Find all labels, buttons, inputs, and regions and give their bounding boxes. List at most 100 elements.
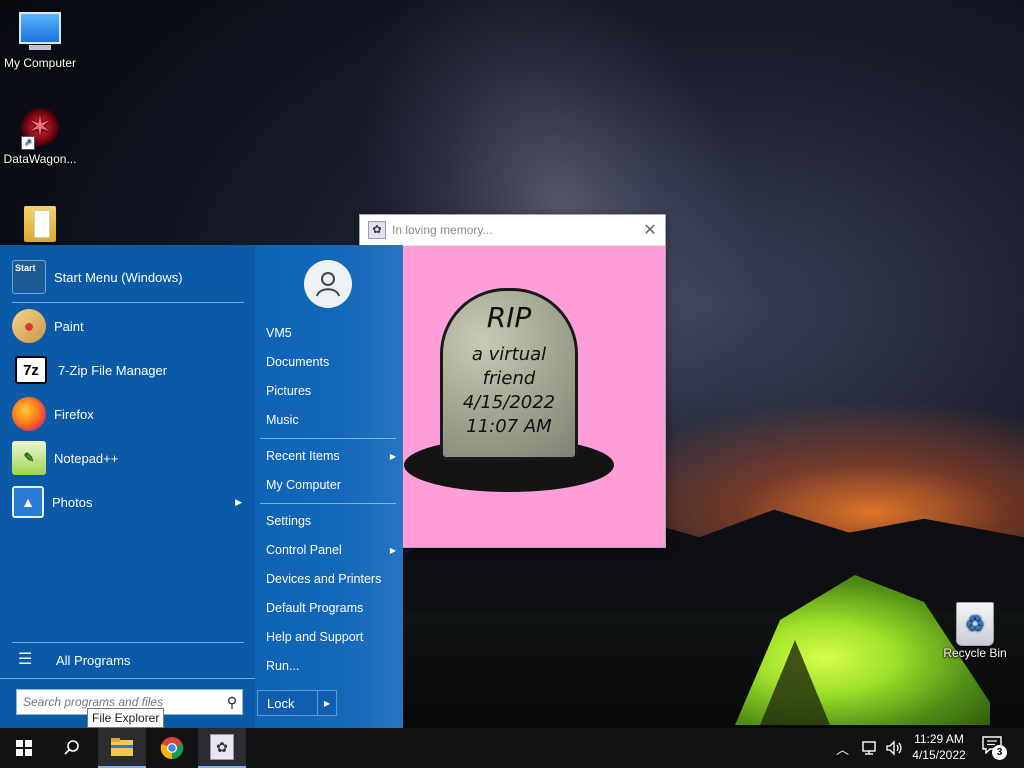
recycle-bin-icon: ♻ xyxy=(954,602,996,646)
program-photos[interactable]: ▲ Photos ▶ xyxy=(12,482,244,522)
folder-icon xyxy=(111,738,133,756)
taskbar-file-explorer[interactable] xyxy=(98,728,146,768)
program-label: Start Menu (Windows) xyxy=(54,269,183,285)
shortcut-arrow-icon: ↗ xyxy=(21,136,35,150)
notification-count-badge: 3 xyxy=(992,745,1007,760)
places-item-help-and-support[interactable]: Help and Support xyxy=(266,626,396,648)
separator xyxy=(260,503,396,504)
separator xyxy=(12,642,244,643)
tombstone-epitaph: a virtual friend 4/15/2022 11:07 AM xyxy=(443,343,575,439)
program-label: Photos xyxy=(52,494,93,510)
network-icon[interactable] xyxy=(862,728,880,768)
close-button[interactable]: ✕ xyxy=(635,220,665,240)
lock-label: Lock xyxy=(267,695,295,711)
window-content: RIP a virtual friend 4/15/2022 11:07 AM xyxy=(360,246,665,547)
places-item-label: Music xyxy=(266,413,299,427)
search-icon[interactable]: ⚲ xyxy=(222,694,242,711)
places-item-run[interactable]: Run... xyxy=(266,655,396,677)
window-titlebar[interactable]: ✿ In loving memory... ✕ xyxy=(360,215,665,246)
program-7zip[interactable]: 7z 7-Zip File Manager xyxy=(12,350,244,390)
places-item-label: Devices and Printers xyxy=(266,572,382,586)
submenu-arrow-icon: ▶ xyxy=(389,451,396,461)
7zip-icon: 7z xyxy=(15,356,47,384)
taskbar-memorial-app[interactable]: ✿ xyxy=(198,728,246,768)
speaker-glyph xyxy=(886,740,902,756)
windows-logo-icon xyxy=(16,740,32,756)
action-center-button[interactable]: 3 xyxy=(982,736,1008,760)
desktop-icon-datawagon[interactable]: ↗ DataWagon... xyxy=(0,106,80,166)
places-item-recent-items[interactable]: Recent Items ▶ xyxy=(266,445,396,467)
places-item-label: Pictures xyxy=(266,384,312,398)
program-label: Notepad++ xyxy=(54,450,119,466)
places-item-control-panel[interactable]: Control Panel ▶ xyxy=(266,539,396,561)
start-menu-app-icon: Start xyxy=(12,260,46,294)
paint-palette-icon: ● xyxy=(12,309,46,343)
desktop-icon-recycle-bin[interactable]: ♻ Recycle Bin xyxy=(935,602,1015,660)
start-button[interactable] xyxy=(0,728,48,768)
separator xyxy=(12,302,244,303)
user-avatar[interactable] xyxy=(304,260,352,308)
program-start-menu[interactable]: Start Start Menu (Windows) xyxy=(12,257,244,297)
places-item-label: Run... xyxy=(266,659,300,673)
chrome-icon xyxy=(160,737,184,760)
places-item-my-computer[interactable]: My Computer xyxy=(266,474,396,496)
memorial-window: ✿ In loving memory... ✕ RIP a virtual fr… xyxy=(359,214,666,548)
places-item-label: Default Programs xyxy=(266,601,364,615)
desktop-icon-label: My Computer xyxy=(3,56,77,70)
submenu-arrow-icon: ▶ xyxy=(389,545,396,555)
places-item-settings[interactable]: Settings xyxy=(266,510,396,532)
desktop-icon-label: DataWagon... xyxy=(3,152,77,166)
places-item-pictures[interactable]: Pictures xyxy=(266,380,396,402)
desktop-icon-folder[interactable] xyxy=(0,206,80,250)
epitaph-line: 4/15/2022 xyxy=(462,392,556,413)
volume-icon[interactable] xyxy=(886,728,904,768)
power-options-arrow-icon[interactable]: ▶ xyxy=(317,691,336,715)
places-item-label: My Computer xyxy=(266,478,342,492)
places-item-label: Settings xyxy=(266,514,312,528)
clock-date: 4/15/2022 xyxy=(912,748,966,762)
network-glyph xyxy=(862,741,876,755)
window-title: In loving memory... xyxy=(392,223,493,237)
separator xyxy=(0,678,255,679)
places-item-vm5[interactable]: VM5 xyxy=(266,322,396,344)
folder-icon xyxy=(19,206,61,248)
firefox-icon xyxy=(12,397,46,431)
program-label: 7-Zip File Manager xyxy=(58,362,168,378)
computer-icon xyxy=(19,12,61,54)
chevron-up-icon: ︿ xyxy=(836,741,850,757)
places-item-label: VM5 xyxy=(266,326,292,340)
all-programs-button[interactable]: ☰ All Programs xyxy=(18,649,244,671)
lock-button[interactable]: Lock ▶ xyxy=(257,690,337,716)
program-notepad-plus-plus[interactable]: ✎ Notepad++ xyxy=(12,438,244,478)
desktop-icon-my-computer[interactable]: My Computer xyxy=(0,8,80,70)
epitaph-line: friend xyxy=(482,368,536,389)
user-icon xyxy=(316,272,340,297)
program-firefox[interactable]: Firefox xyxy=(12,394,244,434)
epitaph-line: 11:07 AM xyxy=(466,416,552,437)
photos-icon: ▲ xyxy=(12,486,44,518)
tombstone-rip: RIP xyxy=(486,301,532,334)
places-item-documents[interactable]: Documents xyxy=(266,351,396,373)
all-programs-label: All Programs xyxy=(56,652,131,668)
program-label: Paint xyxy=(54,318,84,334)
memorial-app-icon: ✿ xyxy=(210,734,234,760)
program-paint[interactable]: ● Paint xyxy=(12,306,244,346)
epitaph-line: a virtual xyxy=(471,344,547,365)
places-item-label: Help and Support xyxy=(266,630,364,644)
program-label: Firefox xyxy=(54,406,94,422)
places-item-music[interactable]: Music xyxy=(266,409,396,431)
clock-time: 11:29 AM xyxy=(914,732,964,746)
notepad-plus-plus-icon: ✎ xyxy=(12,441,46,475)
list-icon: ☰ xyxy=(18,651,33,668)
start-menu: Start Start Menu (Windows) ● Paint 7z 7-… xyxy=(0,245,403,728)
datawagon-icon: ↗ xyxy=(19,108,61,150)
clock[interactable]: 11:29 AM 4/15/2022 xyxy=(904,731,974,763)
submenu-arrow-icon: ▶ xyxy=(235,496,242,507)
taskbar-search-button[interactable] xyxy=(48,728,96,768)
taskbar: ✿ ︿ 11:29 AM 4/15/2022 3 xyxy=(0,728,1024,768)
places-item-label: Control Panel xyxy=(266,543,342,557)
taskbar-chrome[interactable] xyxy=(148,728,196,768)
places-item-devices-and-printers[interactable]: Devices and Printers xyxy=(266,568,396,590)
show-hidden-icons-button[interactable]: ︿ xyxy=(836,728,849,768)
places-item-default-programs[interactable]: Default Programs xyxy=(266,597,396,619)
